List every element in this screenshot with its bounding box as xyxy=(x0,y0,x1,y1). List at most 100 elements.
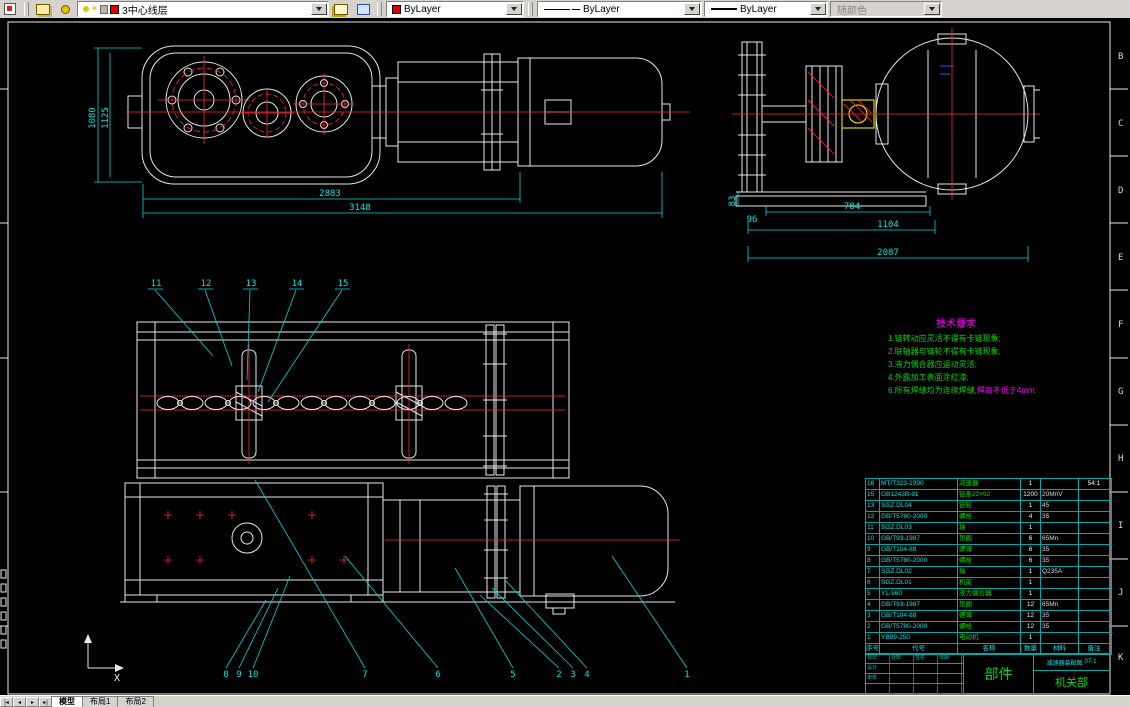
table-cell-code: GB/T104-88 xyxy=(880,611,958,621)
tab-model[interactable]: 模型 xyxy=(51,696,83,707)
layer-previous-button[interactable] xyxy=(353,1,373,17)
table-cell-qty: 12 xyxy=(1021,622,1041,632)
title-block-label: 审核 xyxy=(866,674,890,683)
table-row: 6 SGZ.DL01 机架 1 xyxy=(866,578,1111,589)
tech-requirement-line: 1.链转动应灵活不得有卡链现象; xyxy=(888,334,1001,343)
table-cell-mat: 65Mn xyxy=(1041,534,1079,544)
drawing-title-text: 减速器装配图 xyxy=(1046,660,1083,667)
title-block-label xyxy=(914,674,938,683)
svg-text:15: 15 xyxy=(338,279,349,289)
drawing-number: 07-1 xyxy=(1084,659,1097,665)
tab-layout1[interactable]: 布局1 xyxy=(82,696,119,707)
parts-table-rows: 16 MT/T323-1990 减速器 1 54:1 15 GB1243B-91 链条22×9… xyxy=(866,479,1111,644)
table-row: 5 YL-560 液力偶合器 1 xyxy=(866,589,1111,600)
table-cell-no: 8 xyxy=(866,556,880,566)
layer-combo[interactable]: ☀ 3中心线层 xyxy=(77,1,329,17)
table-cell-no: 11 xyxy=(866,523,880,533)
toolbar-grip[interactable] xyxy=(24,2,29,16)
title-block-drawing-title: 减速器装配图 07-1 xyxy=(1034,654,1109,671)
make-layer-current-icon xyxy=(334,3,348,15)
table-cell-note xyxy=(1079,611,1109,621)
view-side-dimensions: 83 96 784 1104 2087 xyxy=(728,192,1029,262)
chevron-down-icon xyxy=(689,7,695,11)
table-cell-no: 2 xyxy=(866,622,880,632)
toolbar-grip[interactable] xyxy=(528,2,533,16)
svg-text:1125: 1125 xyxy=(101,107,111,129)
table-cell-qty: 12 xyxy=(1021,611,1041,621)
svg-text:8: 8 xyxy=(223,670,228,680)
chevron-down-icon xyxy=(511,7,517,11)
tab-nav-next-button[interactable]: ▸ xyxy=(26,697,39,707)
lineweight-combo-value: ByLayer xyxy=(740,3,777,15)
svg-text:E: E xyxy=(1118,253,1123,263)
view-top-plan[interactable] xyxy=(126,45,690,185)
table-cell-qty: 6 xyxy=(1021,534,1041,544)
chevron-down-icon xyxy=(815,7,821,11)
table-cell-note xyxy=(1079,501,1109,511)
title-block-label xyxy=(938,684,962,694)
view-front[interactable] xyxy=(120,482,680,615)
table-row: 9 GB/T104-88 螺母 6 35 xyxy=(866,545,1111,556)
table-cell-qty: 1 xyxy=(1021,501,1041,511)
table-cell-code: SGZ.DL03 xyxy=(880,523,958,533)
svg-text:784: 784 xyxy=(844,202,860,212)
table-cell-code: GB1243B-91 xyxy=(880,490,958,500)
svg-text:3: 3 xyxy=(570,670,575,680)
view-side[interactable] xyxy=(732,28,1040,207)
drawing-canvas[interactable]: B C D E F G H I J K 1080 1125 2883 3148 … xyxy=(0,18,1130,696)
color-combo-dropdown-button[interactable] xyxy=(506,3,522,15)
layer-combo-value: 3中心线层 xyxy=(122,5,168,17)
linetype-combo-dropdown-button[interactable] xyxy=(684,3,700,15)
svg-text:2087: 2087 xyxy=(877,248,899,258)
table-row: 11 SGZ.DL03 轴 1 xyxy=(866,523,1111,534)
make-object-layer-current-button[interactable] xyxy=(331,1,351,17)
svg-text:3148: 3148 xyxy=(349,203,371,213)
linetype-combo[interactable]: ByLayer xyxy=(537,1,702,17)
layer-on-icon[interactable] xyxy=(83,6,89,12)
lineweight-sample-icon xyxy=(711,8,737,10)
svg-text:7: 7 xyxy=(362,670,367,680)
table-cell-mat xyxy=(1041,479,1079,489)
table-cell-code: GB/T104-88 xyxy=(880,545,958,555)
table-cell-code: SGZ.DL04 xyxy=(880,501,958,511)
lineweight-combo-dropdown-button[interactable] xyxy=(810,3,826,15)
table-cell-name: 螺栓 xyxy=(958,556,1021,566)
color-combo[interactable]: ByLayer xyxy=(386,1,524,17)
layer-unlock-icon[interactable] xyxy=(100,4,109,14)
svg-text:10: 10 xyxy=(248,670,259,680)
table-cell-qty: 1 xyxy=(1021,567,1041,577)
layers-icon xyxy=(36,3,50,15)
svg-text:13: 13 xyxy=(246,279,257,289)
layer-properties-button[interactable] xyxy=(33,1,53,17)
table-cell-note xyxy=(1079,512,1109,522)
color-swatch-button[interactable] xyxy=(0,1,20,17)
table-cell-no: 5 xyxy=(866,589,880,599)
tab-nav-first-button[interactable]: |◂ xyxy=(0,697,13,707)
table-cell-name: 轴 xyxy=(958,523,1021,533)
table-cell-note: 54:1 xyxy=(1087,480,1101,487)
parts-table: 16 MT/T323-1990 减速器 1 54:1 15 GB1243B-91 链条22×9… xyxy=(865,478,1112,655)
table-cell-qty: 1 xyxy=(1021,633,1041,643)
table-cell-qty: 4 xyxy=(1021,512,1041,522)
toolbar-grip[interactable] xyxy=(377,2,382,16)
svg-text:C: C xyxy=(1118,119,1123,129)
linetype-combo-value: ByLayer xyxy=(583,3,620,15)
view-section[interactable] xyxy=(136,321,570,479)
svg-text:K: K xyxy=(1118,653,1124,663)
tech-line-green: 6.所有焊缝均为连续焊缝, xyxy=(888,386,977,395)
application-window: ☀ 3中心线层 ByLayer ByLayer ByLayer 随颜色 B C … xyxy=(0,0,1130,707)
table-cell-no: 1 xyxy=(866,633,880,643)
table-cell-no: 4 xyxy=(866,600,880,610)
layer-combo-dropdown-button[interactable] xyxy=(311,3,327,15)
svg-text:11: 11 xyxy=(151,279,162,289)
tab-layout2[interactable]: 布局2 xyxy=(117,696,154,707)
svg-text:I: I xyxy=(1118,521,1123,531)
table-cell-qty: 1200 xyxy=(1021,490,1041,500)
layer-states-button[interactable] xyxy=(55,1,75,17)
lineweight-combo[interactable]: ByLayer xyxy=(704,1,828,17)
table-cell-code: SGZ.DL02 xyxy=(880,567,958,577)
table-cell-note xyxy=(1079,589,1109,599)
tab-nav-prev-button[interactable]: ◂ xyxy=(13,697,26,707)
table-row: 1 YB99-250 电动机 1 xyxy=(866,633,1111,644)
layer-thaw-icon[interactable]: ☀ xyxy=(91,5,98,13)
